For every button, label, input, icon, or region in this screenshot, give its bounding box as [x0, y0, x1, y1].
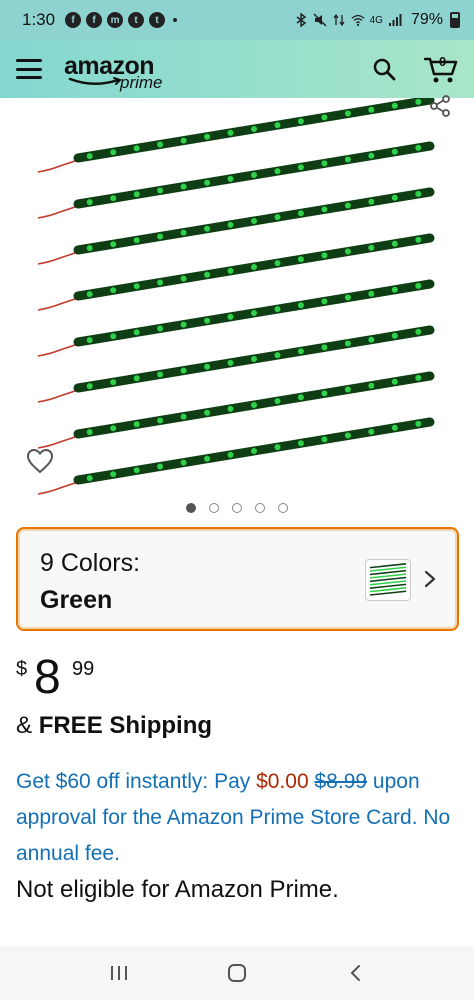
- system-nav-bar: [0, 946, 474, 1000]
- free-shipping-label: FREE Shipping: [38, 712, 213, 739]
- system-status: 4G 79%: [294, 11, 460, 29]
- pagination-dot[interactable]: [186, 503, 196, 513]
- back-icon: [350, 965, 360, 981]
- variation-selector[interactable]: 9 Colors: Green: [16, 527, 459, 631]
- status-bar: 1:30 f f m t t 4G 79%: [0, 0, 474, 40]
- pagination-dot[interactable]: [209, 503, 219, 513]
- more-notifications-dot: [173, 18, 178, 22]
- amazon-prime-logo[interactable]: amazon prime: [64, 49, 184, 92]
- price-fraction: 99: [72, 658, 95, 680]
- battery-percent: 79%: [410, 11, 443, 28]
- battery-icon: [450, 12, 460, 28]
- data-transfer-icon: [332, 13, 346, 27]
- prime-eligibility: Not eligible for Amazon Prime.: [16, 876, 339, 903]
- offer-text-1: Get $60 off instantly: Pay: [16, 770, 257, 793]
- product-image[interactable]: [0, 98, 474, 498]
- pagination-dot[interactable]: [255, 503, 265, 513]
- tumblr-icon: t: [149, 12, 166, 28]
- bluetooth-icon: [294, 13, 308, 27]
- tumblr-icon: t: [128, 12, 145, 28]
- pagination-dot[interactable]: [232, 503, 242, 513]
- search-icon[interactable]: [372, 57, 396, 81]
- app-header: amazon prime 0: [0, 40, 474, 98]
- notification-icons: f f m t t: [65, 12, 166, 28]
- recent-apps-button[interactable]: [107, 961, 131, 985]
- price-whole: 8: [34, 651, 61, 704]
- menu-icon[interactable]: [16, 59, 42, 79]
- logo-smile-icon: [68, 77, 122, 85]
- status-time: 1:30: [22, 10, 56, 29]
- signal-icon: [388, 13, 402, 27]
- cart-count: 0: [439, 54, 447, 69]
- facebook-icon: f: [86, 12, 103, 28]
- facebook-icon: f: [65, 12, 82, 28]
- home-button[interactable]: [225, 961, 249, 985]
- wishlist-heart-icon[interactable]: [26, 448, 54, 474]
- wifi-icon: [351, 13, 365, 27]
- variation-thumbnail: [365, 559, 411, 601]
- image-pagination: [0, 503, 474, 513]
- recent-apps-icon: [111, 966, 127, 980]
- mute-icon: [313, 13, 327, 27]
- led-strip: [37, 98, 435, 173]
- shipping-info: & FREE Shipping: [16, 712, 212, 740]
- offer-pay-amount: $0.00: [256, 770, 309, 793]
- shipping-prefix: &: [16, 712, 39, 739]
- price-symbol: $: [16, 658, 28, 680]
- back-button[interactable]: [343, 961, 367, 985]
- cart-button[interactable]: 0: [423, 54, 458, 84]
- chevron-right-icon: [424, 570, 436, 588]
- share-icon[interactable]: [428, 94, 452, 118]
- messenger-icon: m: [107, 12, 124, 28]
- logo-sub: prime: [120, 73, 163, 92]
- pagination-dot[interactable]: [278, 503, 288, 513]
- home-icon: [228, 964, 246, 982]
- offer-original-price: $8.99: [314, 770, 368, 793]
- network-type: 4G: [369, 14, 383, 26]
- prime-card-offer-link[interactable]: Get $60 off instantly: Pay $0.00 $8.99 u…: [16, 764, 466, 872]
